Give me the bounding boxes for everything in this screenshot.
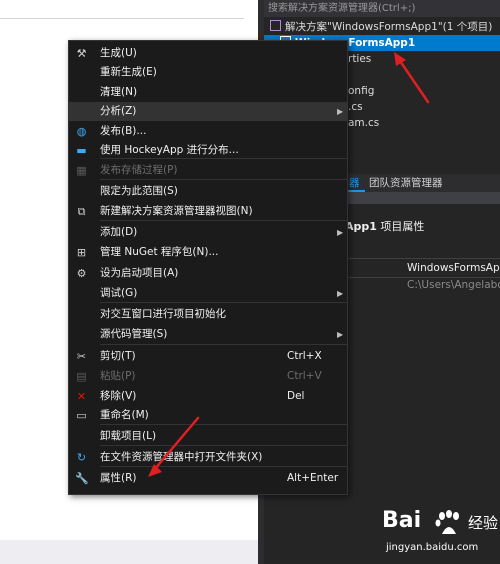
menu-separator bbox=[100, 302, 347, 303]
menu-separator bbox=[100, 344, 347, 345]
menu-item-4[interactable]: 分析(Z) ▶ bbox=[69, 102, 347, 121]
menu-item-1[interactable]: ⚒ 生成(U) bbox=[69, 44, 347, 63]
menu-item-label: 设为启动项目(A) bbox=[100, 267, 179, 279]
globe-icon: ◍ bbox=[76, 125, 87, 138]
menu-item-21[interactable]: ↻ 在文件资源管理器中打开文件夹(X) bbox=[69, 448, 347, 467]
menu-separator bbox=[100, 220, 347, 221]
submenu-arrow-icon: ▶ bbox=[337, 330, 344, 339]
menu-separator bbox=[100, 179, 347, 180]
menu-item-3[interactable]: 清理(N) bbox=[69, 83, 347, 102]
menu-item-8[interactable]: 限定为此范围(S) bbox=[69, 182, 347, 201]
menu-item-label: 剪切(T) bbox=[100, 350, 136, 362]
solution-node[interactable]: 解决方案"WindowsFormsApp1"(1 个项目) bbox=[270, 19, 492, 35]
menu-item-11[interactable]: ⊞ 管理 NuGet 程序包(N)... bbox=[69, 243, 347, 262]
editor-tab-rule bbox=[0, 18, 244, 19]
menu-item-12[interactable]: ⚙ 设为启动项目(A) bbox=[69, 264, 347, 283]
submenu-arrow-icon: ▶ bbox=[337, 228, 344, 237]
menu-item-label: 粘贴(P) bbox=[100, 370, 136, 382]
menu-item-label: 属性(R) bbox=[100, 472, 137, 484]
nuget-icon: ⊞ bbox=[76, 246, 87, 259]
menu-item-label: 调试(G) bbox=[100, 287, 138, 299]
menu-item-label: 移除(V) bbox=[100, 390, 137, 402]
menu-item-14[interactable]: 对交互窗口进行项目初始化 bbox=[69, 305, 347, 324]
menu-item-label: 清理(N) bbox=[100, 86, 138, 98]
menu-item-label: 在文件资源管理器中打开文件夹(X) bbox=[100, 451, 263, 463]
new-view-icon: ⧉ bbox=[77, 205, 86, 218]
menu-item-7: ▦ 发布存储过程(P) bbox=[69, 161, 347, 180]
menu-separator bbox=[100, 158, 347, 159]
menu-separator bbox=[100, 424, 347, 425]
menu-item-label: 管理 NuGet 程序包(N)... bbox=[100, 246, 219, 258]
properties-title: App1 项目属性 bbox=[345, 220, 425, 233]
wrench-icon: 🔧 bbox=[75, 472, 89, 485]
remove-icon: ✕ bbox=[76, 390, 87, 403]
solution-label: 解决方案"WindowsFormsApp1"(1 个项目) bbox=[285, 21, 493, 33]
menu-item-16[interactable]: ✂ 剪切(T) Ctrl+X bbox=[69, 347, 347, 366]
menu-item-5[interactable]: ◍ 发布(B)... bbox=[69, 122, 347, 141]
submenu-arrow-icon: ▶ bbox=[337, 289, 344, 298]
menu-separator bbox=[100, 445, 347, 446]
menu-item-label: 重新生成(E) bbox=[100, 66, 157, 78]
menu-item-shortcut: Ctrl+V bbox=[287, 370, 322, 382]
menu-separator bbox=[100, 466, 347, 467]
paste-icon: ▤ bbox=[76, 370, 87, 383]
menu-item-10[interactable]: 添加(D) ▶ bbox=[69, 223, 347, 242]
menu-item-19[interactable]: ▭ 重命名(M) bbox=[69, 406, 347, 425]
gear-icon: ⚙ bbox=[76, 267, 87, 280]
menu-item-label: 源代码管理(S) bbox=[100, 328, 168, 340]
menu-item-15[interactable]: 源代码管理(S) ▶ bbox=[69, 325, 347, 344]
menu-item-17: ▤ 粘贴(P) Ctrl+V bbox=[69, 367, 347, 386]
menu-item-9[interactable]: ⧉ 新建解决方案资源管理器视图(N) bbox=[69, 202, 347, 221]
menu-item-label: 发布(B)... bbox=[100, 125, 147, 137]
cut-icon: ✂ bbox=[76, 350, 87, 363]
menu-item-label: 发布存储过程(P) bbox=[100, 164, 178, 176]
watermark-site: jingyan.baidu.com bbox=[386, 542, 479, 553]
project-path-value[interactable]: C:\Users\Angelabo bbox=[407, 279, 500, 291]
watermark-brand: Bai bbox=[382, 508, 422, 533]
menu-item-2[interactable]: 重新生成(E) bbox=[69, 63, 347, 82]
watermark-brand-cn: 经验 bbox=[468, 514, 499, 532]
baidu-paw-icon bbox=[435, 510, 459, 534]
project-name-value[interactable]: WindowsFormsApp bbox=[407, 262, 500, 274]
rename-icon: ▭ bbox=[76, 409, 87, 422]
menu-item-shortcut: Alt+Enter bbox=[287, 472, 339, 484]
tree-item-app-config[interactable]: onfig bbox=[348, 83, 374, 99]
solution-icon bbox=[270, 20, 281, 31]
menu-item-22[interactable]: 🔧 属性(R) Alt+Enter bbox=[69, 469, 347, 488]
tree-item-properties[interactable]: rties bbox=[348, 51, 371, 67]
solution-search-input[interactable]: 搜索解决方案资源管理器(Ctrl+;) bbox=[264, 0, 500, 17]
editor-bottom-strip bbox=[0, 540, 258, 564]
menu-item-shortcut: Del bbox=[287, 390, 305, 402]
menu-item-20[interactable]: 卸载项目(L) bbox=[69, 427, 347, 446]
submenu-arrow-icon: ▶ bbox=[337, 107, 344, 116]
menu-item-label: 重命名(M) bbox=[100, 409, 149, 421]
refresh-icon: ↻ bbox=[76, 451, 87, 464]
menu-item-label: 新建解决方案资源管理器视图(N) bbox=[100, 205, 253, 217]
publish-storage-icon: ▦ bbox=[76, 164, 87, 177]
menu-item-label: 生成(U) bbox=[100, 47, 137, 59]
menu-item-18[interactable]: ✕ 移除(V) Del bbox=[69, 387, 347, 406]
menu-item-label: 卸载项目(L) bbox=[100, 430, 157, 442]
menu-item-label: 对交互窗口进行项目初始化 bbox=[100, 308, 226, 320]
menu-item-13[interactable]: 调试(G) ▶ bbox=[69, 284, 347, 303]
menu-item-label: 添加(D) bbox=[100, 226, 138, 238]
menu-item-shortcut: Ctrl+X bbox=[287, 350, 322, 362]
build-icon: ⚒ bbox=[76, 47, 87, 60]
tree-item-program-cs[interactable]: am.cs bbox=[348, 115, 379, 131]
menu-item-label: 限定为此范围(S) bbox=[100, 185, 178, 197]
tree-item-form-cs[interactable]: .cs bbox=[348, 99, 363, 115]
baidu-watermark: Bai 经验 jingyan.baidu.com bbox=[380, 508, 498, 560]
context-menu: ⚒ 生成(U) 重新生成(E) 清理(N) 分析(Z) ▶ ◍ 发布(B)... ▬ 使用 Hoc… bbox=[68, 40, 348, 495]
menu-item-label: 分析(Z) bbox=[100, 105, 137, 117]
hockeyapp-icon: ▬ bbox=[76, 144, 87, 157]
tab-team-explorer[interactable]: 团队资源管理器 bbox=[364, 174, 448, 192]
